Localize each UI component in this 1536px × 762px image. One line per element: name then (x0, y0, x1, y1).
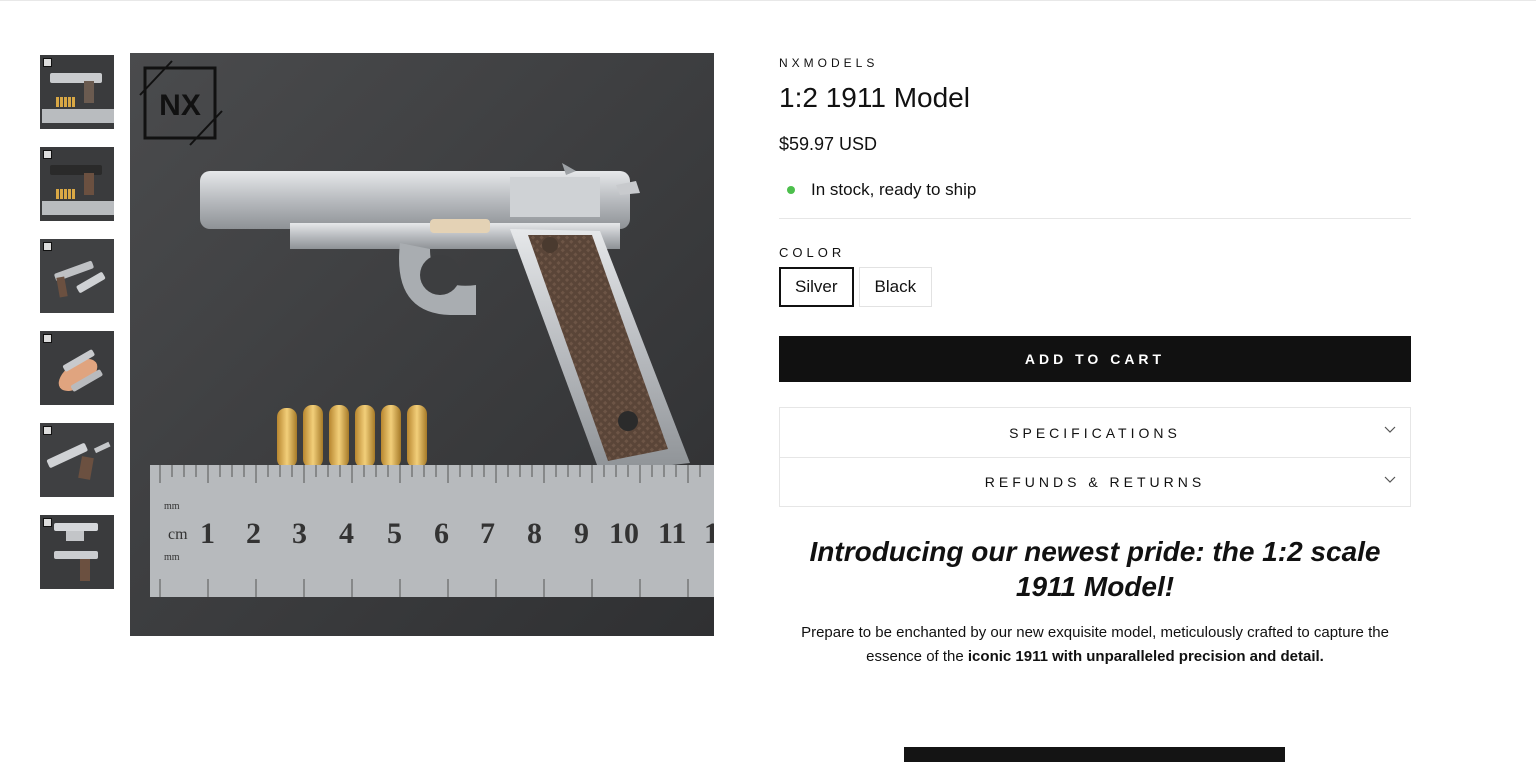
description-text-bold: iconic 1911 with unparalleled precision … (967, 648, 1324, 665)
thumbnail-5[interactable] (40, 423, 114, 497)
add-to-cart-button[interactable]: ADD TO CART (779, 336, 1411, 382)
product-accordion: SPECIFICATIONS REFUNDS & RETURNS (779, 407, 1411, 507)
svg-text:mm: mm (164, 501, 180, 512)
in-stock-dot-icon (787, 186, 795, 194)
chevron-down-icon (1384, 426, 1396, 433)
thumbnail-list (40, 55, 114, 607)
nx-logo-icon (43, 242, 52, 251)
thumbnail-1[interactable] (40, 55, 114, 129)
divider (779, 218, 1411, 219)
svg-text:10: 10 (609, 517, 639, 550)
svg-text:1: 1 (200, 517, 215, 550)
thumbnail-6[interactable] (40, 515, 114, 589)
ruler-illustration: mm cm mm 1 2 3 4 5 6 7 8 9 10 11 1 (150, 465, 714, 597)
chevron-down-icon (1384, 476, 1396, 483)
thumbnail-4[interactable] (40, 331, 114, 405)
nx-logo-icon (43, 58, 52, 67)
color-options: Silver Black (779, 267, 1411, 307)
color-label: COLOR (779, 245, 846, 260)
description-heading: Introducing our newest pride: the 1:2 sc… (809, 536, 1381, 602)
nx-logo-icon (43, 426, 52, 435)
svg-text:9: 9 (574, 517, 589, 550)
description-text: Prepare to be enchanted by our new exqui… (779, 621, 1411, 669)
thumbnail-3[interactable] (40, 239, 114, 313)
header-divider (0, 0, 1536, 1)
nx-logo-icon (43, 334, 52, 343)
svg-text:cm: cm (168, 526, 188, 543)
product-photo: NX mm cm mm 1 2 3 4 5 6 7 8 9 10 11 1 (130, 53, 714, 636)
svg-text:mm: mm (164, 552, 180, 563)
color-option-black[interactable]: Black (858, 267, 933, 307)
nx-logo-icon (43, 150, 52, 159)
product-info: NXMODELS 1:2 1911 Model $59.97 USD In st… (779, 55, 1411, 669)
main-product-image[interactable]: NX mm cm mm 1 2 3 4 5 6 7 8 9 10 11 1 (130, 53, 714, 636)
svg-text:1: 1 (704, 517, 714, 550)
refunds-returns-toggle[interactable]: REFUNDS & RETURNS (780, 457, 1410, 506)
thumbnail-2[interactable] (40, 147, 114, 221)
svg-text:2: 2 (246, 517, 261, 550)
refunds-returns-label: REFUNDS & RETURNS (984, 474, 1206, 490)
svg-text:3: 3 (292, 517, 307, 550)
svg-text:NX: NX (159, 89, 201, 122)
nx-logo-icon (43, 518, 52, 527)
svg-text:4: 4 (339, 517, 354, 550)
stock-status: In stock, ready to ship (779, 180, 1411, 200)
svg-text:11: 11 (658, 517, 686, 550)
specifications-label: SPECIFICATIONS (1009, 424, 1181, 441)
svg-text:8: 8 (527, 517, 542, 550)
color-option-silver[interactable]: Silver (779, 267, 854, 307)
product-price: $59.97 USD (779, 134, 878, 154)
svg-text:7: 7 (480, 517, 495, 550)
product-title: 1:2 1911 Model (779, 82, 970, 113)
svg-text:5: 5 (387, 517, 402, 550)
svg-text:6: 6 (434, 517, 449, 550)
description-image-top (904, 747, 1285, 762)
product-vendor[interactable]: NXMODELS (779, 55, 1411, 71)
stock-text: In stock, ready to ship (811, 180, 977, 199)
specifications-toggle[interactable]: SPECIFICATIONS (780, 408, 1410, 457)
